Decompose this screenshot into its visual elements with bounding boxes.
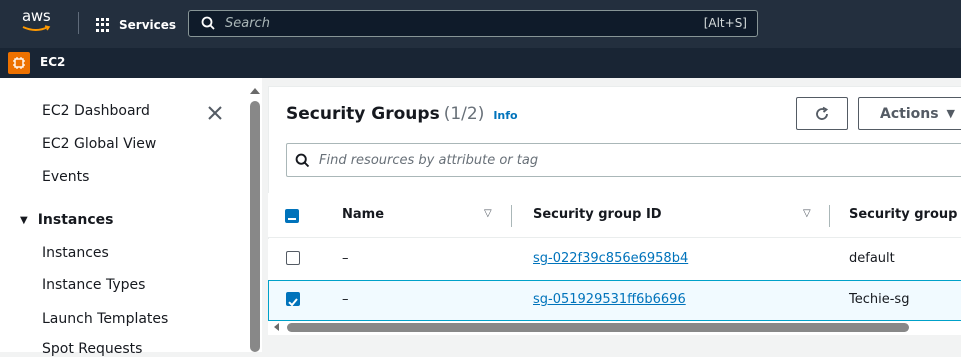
sidebar-item-launch-templates[interactable]: Launch Templates xyxy=(42,311,168,327)
caret-down-icon: ▼ xyxy=(946,107,956,120)
table-header: Name ▽ Security group ID ▽ Security grou… xyxy=(268,193,961,238)
top-nav-bar: aws Services [Alt+S] xyxy=(0,0,961,48)
page-title-text: Security Groups xyxy=(286,104,440,124)
ec2-service-icon[interactable] xyxy=(8,52,30,74)
page-title: Security Groups (1/2) Info xyxy=(286,104,518,124)
sidebar-item-ec2-global-view[interactable]: EC2 Global View xyxy=(42,136,156,152)
row-name: – xyxy=(342,251,349,266)
grid-icon xyxy=(96,17,111,33)
security-group-name: default xyxy=(849,251,895,266)
global-search[interactable]: [Alt+S] xyxy=(188,10,758,37)
security-group-id-link[interactable]: sg-022f39c856e6958b4 xyxy=(533,251,688,266)
table-row[interactable]: – sg-022f39c856e6958b4 default xyxy=(268,239,961,280)
search-shortcut: [Alt+S] xyxy=(703,16,747,30)
aws-logo[interactable]: aws xyxy=(20,6,60,38)
sidebar-item-instance-types[interactable]: Instance Types xyxy=(42,277,145,293)
column-header-security-group-id[interactable]: Security group ID xyxy=(533,207,662,222)
panel-footer xyxy=(268,335,961,352)
indeterminate-icon xyxy=(288,218,296,220)
refresh-icon xyxy=(816,106,829,120)
select-all-checkbox[interactable] xyxy=(285,209,299,223)
search-icon xyxy=(201,16,215,30)
table-scrollbar-thumb[interactable] xyxy=(287,323,909,332)
column-divider[interactable] xyxy=(829,205,830,227)
ec2-service-label[interactable]: EC2 xyxy=(40,55,65,69)
resource-filter[interactable] xyxy=(286,143,961,177)
services-label: Services xyxy=(119,18,177,32)
sidebar-item-instances[interactable]: Instances xyxy=(42,245,109,261)
info-link[interactable]: Info xyxy=(493,109,517,122)
sidebar-scrollbar-thumb[interactable] xyxy=(250,101,260,352)
aws-logo-text: aws xyxy=(22,7,51,25)
row-checkbox-checked[interactable] xyxy=(286,292,300,307)
caret-down-icon: ▼ xyxy=(20,214,28,226)
column-header-security-group-name[interactable]: Security group n xyxy=(849,207,961,222)
sidebar-item-ec2-dashboard[interactable]: EC2 Dashboard xyxy=(42,103,150,119)
sidebar-section-label: Instances xyxy=(37,212,114,228)
topbar-divider xyxy=(78,12,79,34)
row-checkbox[interactable] xyxy=(286,251,300,265)
security-group-id-link[interactable]: sg-051929531ff6b6696 xyxy=(533,292,686,307)
selection-count: (1/2) xyxy=(443,104,485,124)
table-row-selected[interactable]: – sg-051929531ff6b6696 Techie-sg xyxy=(268,280,961,321)
security-group-name: Techie-sg xyxy=(849,292,910,307)
sidebar-section-instances[interactable]: ▼ Instances xyxy=(20,212,113,228)
aws-smile-icon xyxy=(22,25,51,31)
search-icon xyxy=(295,153,310,168)
actions-label: Actions xyxy=(880,105,939,122)
row-name: – xyxy=(342,292,349,307)
ec2-chip-icon xyxy=(13,57,25,69)
sidebar-item-spot-requests[interactable]: Spot Requests xyxy=(42,341,142,357)
check-icon xyxy=(288,298,298,307)
sidebar-item-events[interactable]: Events xyxy=(42,169,89,185)
column-divider[interactable] xyxy=(511,205,512,227)
sort-down-icon[interactable]: ▽ xyxy=(484,208,492,219)
filter-input[interactable] xyxy=(319,150,879,170)
close-sidebar-icon[interactable] xyxy=(206,104,224,122)
search-input[interactable] xyxy=(225,13,645,34)
scroll-left-arrow-icon[interactable] xyxy=(274,323,279,331)
services-menu-button[interactable]: Services xyxy=(96,14,176,36)
sort-down-icon[interactable]: ▽ xyxy=(803,208,811,219)
scroll-up-arrow-icon[interactable] xyxy=(250,88,260,94)
actions-dropdown-button[interactable]: Actions ▼ xyxy=(858,97,961,130)
service-bar: EC2 xyxy=(0,48,961,78)
column-header-name[interactable]: Name xyxy=(342,207,384,222)
refresh-button[interactable] xyxy=(796,97,848,130)
